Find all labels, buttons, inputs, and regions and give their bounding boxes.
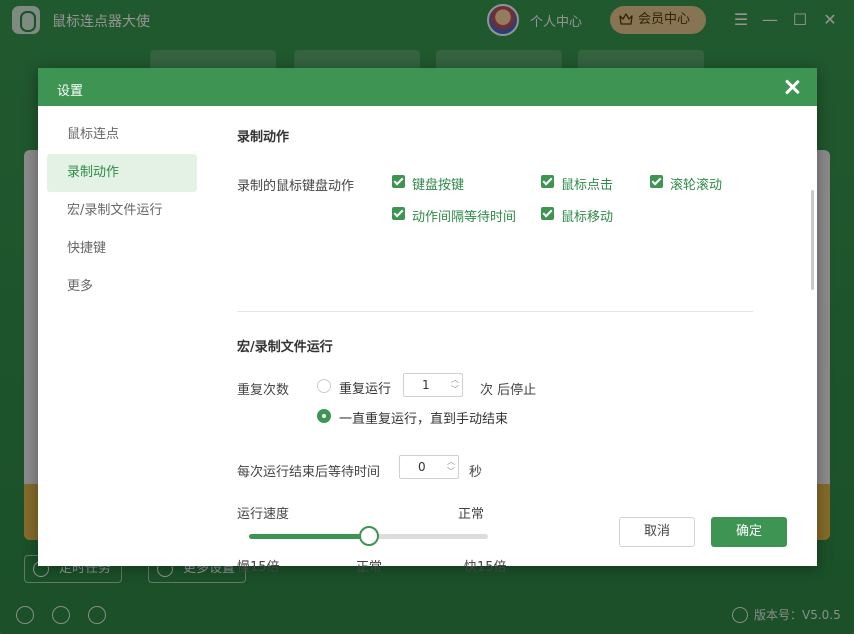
loop-radio-label: 一直重复运行，直到手动结束	[339, 412, 509, 427]
keyboard-checkbox[interactable]: 键盘按键	[392, 174, 464, 193]
mouse-move-checkbox[interactable]: 鼠标移动	[541, 206, 613, 225]
stepper-arrows-icon[interactable]: ︿ ﹀	[450, 375, 460, 395]
sidebar-item-macro[interactable]: 宏/录制文件运行	[47, 192, 197, 230]
cancel-button[interactable]: 取消	[619, 517, 695, 547]
section-divider	[237, 311, 753, 312]
speed-mark-slow: 慢15倍	[237, 560, 280, 575]
sidebar-item-record[interactable]: 录制动作	[47, 154, 197, 192]
settings-dialog: 设置 鼠标连点 录制动作 宏/录制文件运行 快捷键 更多 录制动作 录制的鼠标键…	[38, 68, 817, 575]
dialog-header: 设置	[38, 68, 817, 106]
wait-time-value: 0	[418, 460, 426, 474]
dialog-title: 设置	[57, 84, 84, 99]
mouse-move-checkbox-label: 鼠标移动	[561, 210, 614, 225]
confirm-button[interactable]: 确定	[711, 517, 787, 547]
speed-slider[interactable]	[249, 526, 488, 546]
checkbox-checked-icon	[650, 175, 663, 188]
speed-slider-handle[interactable]	[358, 526, 379, 546]
loop-radio[interactable]: 一直重复运行，直到手动结束	[317, 408, 508, 427]
speed-mark-normal: 正常	[356, 560, 383, 575]
repeat-count-radio[interactable]: 重复运行	[317, 378, 391, 397]
wait-label: 每次运行结束后等待时间	[237, 465, 381, 480]
content-scrollbar[interactable]	[811, 190, 814, 290]
macro-section-title: 宏/录制文件运行	[237, 340, 333, 355]
speed-label: 运行速度	[237, 507, 290, 522]
sidebar-item-more[interactable]: 更多	[47, 268, 197, 306]
wait-unit: 秒	[469, 465, 483, 480]
speed-mark-fast: 快15倍	[464, 560, 507, 575]
repeat-label: 重复次数	[237, 383, 290, 398]
radio-unchecked-icon	[317, 379, 331, 393]
checkbox-checked-icon	[541, 207, 554, 220]
speed-value: 正常	[458, 507, 485, 522]
repeat-suffix: 次 后停止	[480, 383, 537, 398]
sidebar-item-hotkeys[interactable]: 快捷键	[47, 230, 197, 268]
radio-checked-icon	[317, 409, 331, 423]
wheel-checkbox[interactable]: 滚轮滚动	[650, 174, 722, 193]
record-actions-label: 录制的鼠标键盘动作	[237, 179, 355, 194]
wheel-checkbox-label: 滚轮滚动	[670, 178, 723, 193]
settings-sidebar: 鼠标连点 录制动作 宏/录制文件运行 快捷键 更多	[47, 116, 197, 306]
mouse-click-checkbox[interactable]: 鼠标点击	[541, 174, 613, 193]
speed-slider-fill	[249, 534, 369, 539]
stepper-arrows-icon[interactable]: ︿ ﹀	[446, 457, 456, 477]
mouse-click-checkbox-label: 鼠标点击	[561, 178, 614, 193]
interval-checkbox[interactable]: 动作间隔等待时间	[392, 206, 516, 225]
repeat-count-stepper[interactable]: 1 ︿ ﹀	[403, 373, 463, 397]
interval-checkbox-label: 动作间隔等待时间	[412, 210, 517, 225]
settings-content: 录制动作 录制的鼠标键盘动作 键盘按键 鼠标点击 滚轮滚动 动作间隔等待时间 鼠…	[237, 106, 807, 575]
checkbox-checked-icon	[392, 175, 405, 188]
record-section-title: 录制动作	[237, 130, 290, 145]
checkbox-checked-icon	[541, 175, 554, 188]
wait-time-stepper[interactable]: 0 ︿ ﹀	[399, 455, 459, 479]
repeat-count-value: 1	[422, 378, 430, 392]
close-icon[interactable]	[783, 78, 801, 96]
repeat-count-radio-label: 重复运行	[339, 382, 392, 397]
sidebar-item-mouse-click[interactable]: 鼠标连点	[47, 116, 197, 154]
keyboard-checkbox-label: 键盘按键	[412, 178, 465, 193]
checkbox-checked-icon	[392, 207, 405, 220]
